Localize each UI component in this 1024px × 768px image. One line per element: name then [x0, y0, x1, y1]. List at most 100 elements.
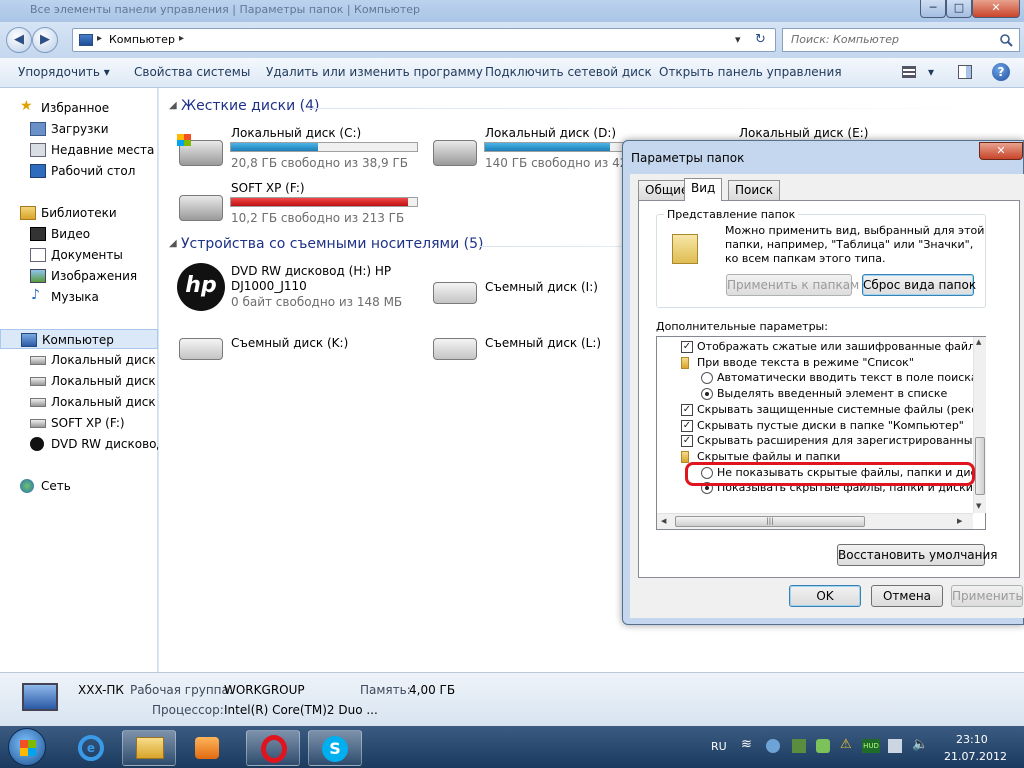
removable-group-header[interactable]: Устройства со съемными носителями (5) — [181, 236, 483, 252]
breadcrumb-chevron-icon[interactable]: ▸ — [179, 33, 184, 44]
nav-documents[interactable]: Документы — [0, 245, 158, 265]
removable-l-tile[interactable]: Съемный диск (L:) — [431, 334, 611, 366]
clock-time[interactable]: 23:10 — [956, 733, 988, 746]
tray-app-icon[interactable] — [792, 739, 806, 753]
dialog-close-button[interactable]: ✕ — [979, 142, 1023, 160]
taskbar-media-player[interactable] — [180, 730, 234, 766]
open-control-panel-button[interactable]: Открыть панель управления — [659, 65, 842, 79]
nav-music[interactable]: ♪ Музыка — [0, 287, 158, 307]
nav-drive-f[interactable]: SOFT XP (F:) — [0, 413, 158, 433]
nav-computer[interactable]: Компьютер — [0, 329, 158, 349]
tray-app-icon[interactable] — [816, 739, 830, 753]
cancel-button[interactable]: Отмена — [871, 585, 943, 607]
address-dropdown-icon[interactable]: ▾ — [735, 33, 741, 46]
language-indicator[interactable]: RU — [711, 740, 727, 753]
nav-recent-places[interactable]: Недавние места — [0, 140, 158, 160]
computer-icon — [79, 34, 93, 46]
nav-favorites[interactable]: ★ Избранное — [0, 98, 158, 118]
advanced-settings-list[interactable]: ✓ Отображать сжатые или зашифрованные фай… — [656, 336, 986, 530]
setting-checkbox[interactable]: ✓ — [681, 341, 693, 353]
setting-checkbox[interactable]: ✓ — [681, 403, 693, 416]
maximize-button[interactable]: □ — [946, 0, 972, 18]
tab-search[interactable]: Поиск — [728, 180, 781, 200]
start-button[interactable] — [8, 728, 46, 766]
drive-usage-fill — [231, 143, 319, 151]
nav-documents-label: Документы — [51, 248, 123, 262]
tab-view[interactable]: Вид — [684, 178, 723, 201]
clock-date[interactable]: 21.07.2012 — [944, 750, 1007, 763]
nav-pictures[interactable]: Изображения — [0, 266, 158, 286]
collapse-removable-icon[interactable]: ◢ — [169, 238, 177, 249]
search-icon[interactable] — [999, 33, 1013, 47]
setting-checkbox[interactable]: ✓ — [681, 419, 693, 432]
map-network-drive-button[interactable]: Подключить сетевой диск — [485, 65, 652, 79]
nav-dvd[interactable]: DVD RW дисковод (H:) — [0, 434, 158, 454]
refresh-icon[interactable]: ↻ — [755, 32, 766, 47]
setting-radio[interactable] — [701, 388, 713, 401]
drive-f-tile[interactable]: SOFT XP (F:) 10,2 ГБ свободно из 213 ГБ — [177, 181, 418, 231]
horizontal-scroll-thumb[interactable]: ||| — [675, 516, 865, 527]
scroll-down-icon[interactable]: ▼ — [976, 502, 981, 510]
taskbar-opera[interactable] — [246, 730, 300, 766]
drive-c-tile[interactable]: Локальный диск (C:) 20,8 ГБ свободно из … — [177, 126, 418, 176]
preview-pane-icon[interactable] — [958, 65, 972, 79]
nav-video[interactable]: Видео — [0, 224, 158, 244]
nav-downloads[interactable]: Загрузки — [0, 119, 158, 139]
setting-row[interactable]: Автоматически вводить текст в поле поиск… — [657, 370, 973, 386]
nav-drive-d[interactable]: Локальный диск (D:) — [0, 371, 158, 391]
setting-row[interactable]: При вводе текста в режиме "Список" — [657, 355, 973, 371]
nav-drive-e[interactable]: Локальный диск (E:) — [0, 392, 158, 412]
setting-row[interactable]: ✓ Скрывать расширения для зарегистрирован… — [657, 433, 973, 449]
view-options-icon[interactable] — [902, 66, 916, 78]
nav-network[interactable]: Сеть — [0, 476, 158, 496]
apply-to-folders-button[interactable]: Применить к папкам — [726, 274, 859, 296]
search-input[interactable]: Поиск: Компьютер — [782, 28, 1020, 52]
tray-app-icon[interactable] — [888, 739, 902, 753]
uninstall-program-button[interactable]: Удалить или изменить программу — [266, 65, 483, 79]
setting-row[interactable]: Выделять введенный элемент в списке — [657, 386, 973, 402]
forward-button[interactable]: ▶ — [32, 27, 58, 53]
setting-checkbox[interactable]: ✓ — [681, 435, 693, 448]
organize-button[interactable]: Упорядочить ▾ — [18, 65, 110, 79]
apply-button[interactable]: Применить — [951, 585, 1023, 607]
setting-radio[interactable] — [701, 372, 713, 385]
setting-row[interactable]: ✓ Скрывать пустые диски в папке "Компьюте… — [657, 418, 973, 434]
wifi-icon[interactable]: ≋ — [741, 737, 752, 752]
scroll-right-icon[interactable]: ▶ — [957, 517, 962, 525]
nav-libraries[interactable]: Библиотеки — [0, 203, 158, 223]
dvd-drive-tile[interactable]: hp DVD RW дисковод (H:) HP DJ1000_J110 0… — [177, 263, 417, 313]
taskbar-skype[interactable]: S — [308, 730, 362, 766]
warning-icon[interactable]: ⚠ — [840, 737, 852, 752]
vertical-scroll-thumb[interactable] — [975, 437, 985, 495]
scroll-up-icon[interactable]: ▲ — [976, 338, 981, 346]
ok-button[interactable]: OK — [789, 585, 861, 607]
drive-free-space: 20,8 ГБ свободно из 38,9 ГБ — [231, 156, 409, 170]
address-bar[interactable]: ▸ Компьютер ▸ ▾ ↻ — [72, 28, 776, 52]
restore-defaults-button[interactable]: Восстановить умолчания — [837, 544, 998, 566]
minimize-button[interactable]: ─ — [920, 0, 946, 18]
hdd-group-header[interactable]: Жесткие диски (4) — [181, 98, 319, 114]
back-button[interactable]: ◀ — [6, 27, 32, 53]
vertical-scrollbar[interactable]: ▲ ▼ — [973, 337, 986, 513]
nav-drive-c[interactable]: Локальный диск (C:) — [0, 350, 158, 370]
taskbar-explorer[interactable] — [122, 730, 176, 766]
help-icon[interactable]: ? — [992, 63, 1010, 81]
volume-icon[interactable]: 🔈 — [912, 737, 928, 752]
removable-i-tile[interactable]: Съемный диск (I:) — [431, 278, 611, 310]
setting-row[interactable]: ✓ Скрывать защищенные системные файлы (ре… — [657, 402, 973, 418]
breadcrumb-computer[interactable]: Компьютер — [109, 33, 175, 46]
setting-row[interactable]: ✓ Отображать сжатые или зашифрованные фай… — [657, 339, 973, 355]
horizontal-scrollbar[interactable]: ◀ ||| ▶ — [657, 513, 973, 529]
close-button[interactable]: ✕ — [972, 0, 1020, 18]
scroll-left-icon[interactable]: ◀ — [661, 517, 666, 525]
view-dropdown-icon[interactable]: ▾ — [928, 65, 934, 79]
hud-icon[interactable]: HUD — [862, 739, 880, 753]
nav-desktop[interactable]: Рабочий стол — [0, 161, 158, 181]
setting-label: Выделять введенный элемент в списке — [717, 387, 948, 401]
tray-app-icon[interactable] — [766, 739, 780, 753]
taskbar-ie[interactable]: e — [64, 730, 118, 766]
system-properties-button[interactable]: Свойства системы — [134, 65, 250, 79]
collapse-hdd-icon[interactable]: ◢ — [169, 100, 177, 111]
reset-folders-button[interactable]: Сброс вида папок — [862, 274, 976, 296]
removable-k-tile[interactable]: Съемный диск (K:) — [177, 334, 357, 366]
